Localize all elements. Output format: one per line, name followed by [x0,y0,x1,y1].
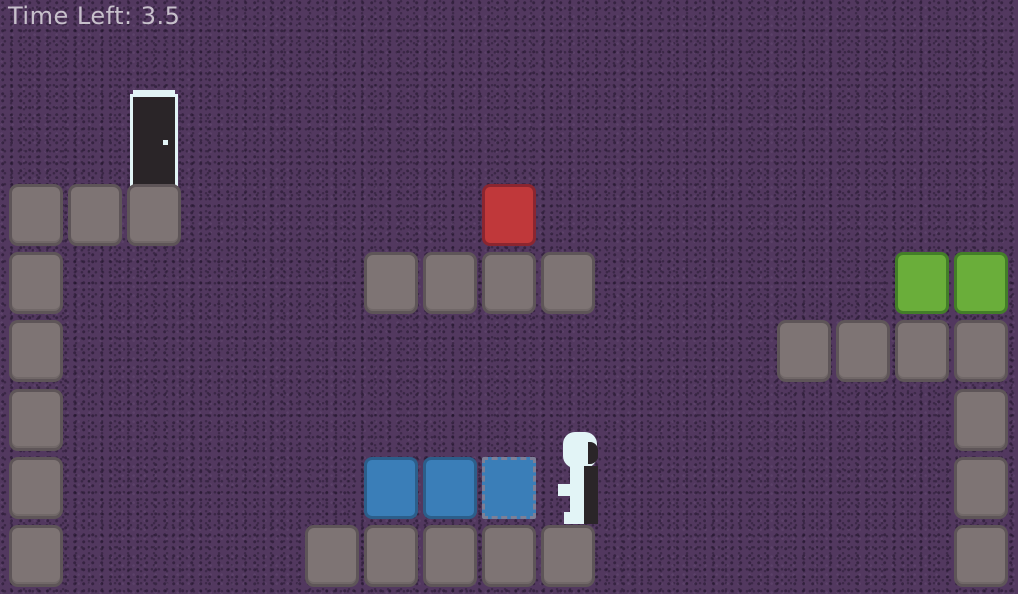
wall-tile [364,525,418,587]
wall-tile [541,252,595,314]
player-arm [558,484,572,496]
player-head-shade [588,442,598,464]
exit-door-icon [130,90,178,186]
wall-tile [482,252,536,314]
wall-tile [9,320,63,382]
player-body-shade [584,466,598,524]
wall-tile [305,525,359,587]
wall-tile [127,184,181,246]
time-left-label: Time Left: 3.5 [8,2,181,30]
wall-tile [954,457,1008,519]
blue-block [423,457,477,519]
wall-tile [836,320,890,382]
wall-tile [777,320,831,382]
door-knob [163,140,168,145]
wall-tile [482,525,536,587]
wall-tile [541,525,595,587]
wall-tile [423,525,477,587]
red-block [482,184,536,246]
wall-tile [954,525,1008,587]
wall-tile [9,457,63,519]
wall-tile [895,320,949,382]
wall-tile [9,525,63,587]
player-body [570,466,584,524]
wall-tile [954,320,1008,382]
game-stage: Time Left: 3.5 [0,0,1018,594]
wall-tile [9,252,63,314]
wall-tile [364,252,418,314]
blue-block [364,457,418,519]
wall-tile [68,184,122,246]
green-block [895,252,949,314]
wall-tile [423,252,477,314]
wall-tile [9,184,63,246]
blue-block-selected [482,457,536,519]
player-character-icon [556,432,604,524]
wall-tile [9,389,63,451]
wall-tile [954,389,1008,451]
green-block [954,252,1008,314]
player-foot [564,512,572,524]
